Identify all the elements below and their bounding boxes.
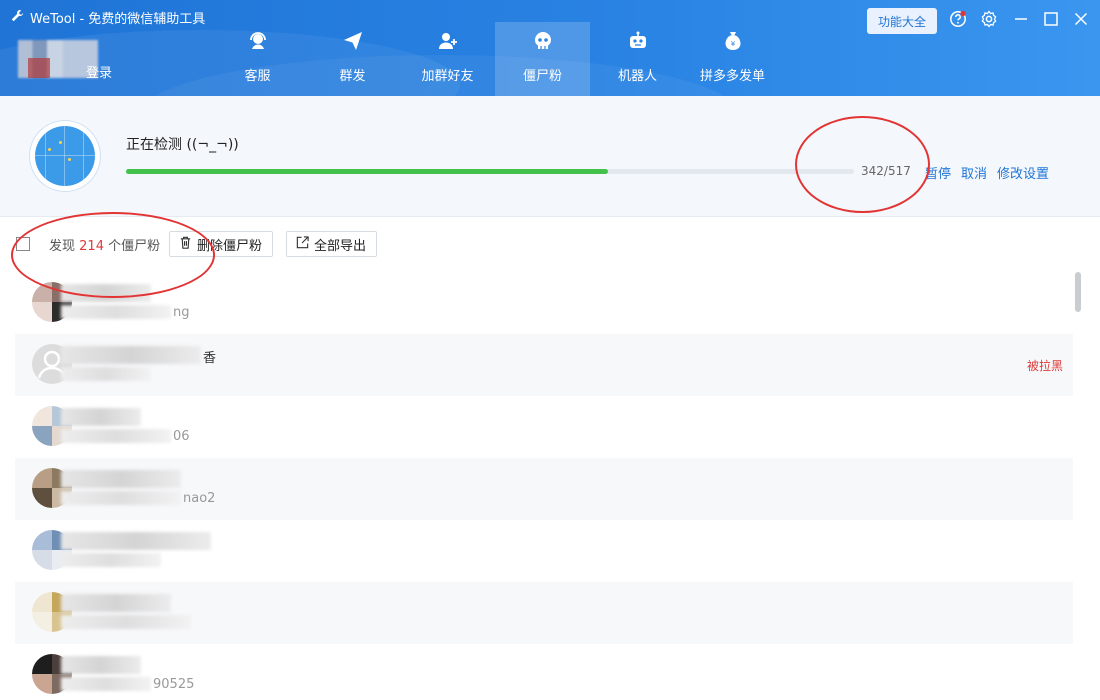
trash-icon [178,235,193,254]
contact-id-redacted [61,615,191,629]
contact-id-fragment: ng [173,305,190,320]
contact-id-redacted [61,491,181,505]
money-bag-icon: ¥ [721,29,745,65]
contact-row[interactable]: nao2 [15,458,1073,520]
nav-item-label: 加群好友 [421,69,474,84]
found-suffix: 个僵尸粉 [108,239,161,254]
nav-item-send[interactable]: 群发 [305,22,400,96]
contact-row[interactable]: 06 [15,396,1073,458]
window-title-text: WeTool - 免费的微信辅助工具 [30,12,206,27]
robot-icon [626,29,650,65]
contact-name-redacted [61,408,141,426]
delete-zombies-button[interactable]: 删除僵尸粉 [169,231,274,257]
contact-name-redacted [61,470,181,488]
skull-icon [531,29,555,65]
contact-name-redacted [61,532,211,550]
contact-name-redacted [61,656,141,674]
main-nav: 客服 群发 加群好友 僵尸粉 机器人 ¥ 拼多多发单 [210,22,780,96]
nav-item-money-bag[interactable]: ¥ 拼多多发单 [685,22,780,96]
scan-status-title: 正在检测 ((¬_¬)) [126,137,239,153]
contact-name-redacted [61,346,201,364]
features-button[interactable]: 功能大全 [867,8,937,34]
contact-row[interactable]: 香被拉黑 [15,334,1073,396]
contact-row[interactable] [15,582,1073,644]
scan-panel: 正在检测 ((¬_¬)) 342/517 暂停 取消 修改设置 [0,96,1100,217]
nav-item-skull[interactable]: 僵尸粉 [495,22,590,96]
nav-item-label: 拼多多发单 [699,69,765,84]
found-summary: 发现 214 个僵尸粉 [49,235,160,254]
contact-id-redacted [61,553,161,567]
list-scrollbar[interactable] [1075,272,1081,312]
contact-status-badge: 被拉黑 [1026,359,1063,373]
contact-row[interactable]: 90525 [15,644,1073,700]
found-count: 214 [79,239,104,254]
contact-name-fragment: 香 [203,351,217,366]
add-friend-icon [436,29,460,65]
scan-progress-count: 342/517 [861,164,911,178]
close-icon[interactable] [1072,10,1090,28]
export-icon [295,235,310,254]
zombie-contact-list: ng 香被拉黑 06 nao2 90525 [15,272,1073,700]
delete-zombies-label: 删除僵尸粉 [197,238,263,254]
maximize-icon[interactable] [1042,10,1060,28]
send-icon [341,29,365,65]
modify-settings-button[interactable]: 修改设置 [997,163,1049,182]
svg-text:¥: ¥ [730,40,735,48]
settings-gear-icon[interactable] [980,10,998,28]
contact-row[interactable] [15,520,1073,582]
scan-progress-bar [126,169,854,174]
nav-item-label: 客服 [244,69,271,84]
export-all-button[interactable]: 全部导出 [286,231,378,257]
contact-id-fragment: nao2 [183,491,216,506]
contact-id-fragment: 90525 [153,677,195,692]
nav-item-robot[interactable]: 机器人 [590,22,685,96]
found-prefix: 发现 [49,239,76,254]
cancel-button[interactable]: 取消 [961,163,987,182]
help-icon[interactable] [949,10,967,28]
headset-icon [246,29,270,65]
export-all-label: 全部导出 [314,238,367,254]
nav-item-label: 群发 [339,69,366,84]
account-avatar-detail [28,58,50,78]
contact-id-redacted [61,677,151,691]
nav-item-add-friend[interactable]: 加群好友 [400,22,495,96]
app-header: WeTool - 免费的微信辅助工具 登录 客服 群发 加群好友 僵尸粉 机器人 ¥ 拼多多… [0,0,1100,96]
window-title: WeTool - 免费的微信辅助工具 [10,8,205,27]
nav-item-label: 僵尸粉 [522,69,562,84]
contact-id-redacted [61,305,171,319]
results-toolbar: 发现 214 个僵尸粉 删除僵尸粉 全部导出 [0,216,1100,272]
pause-button[interactable]: 暂停 [925,163,951,182]
contact-name-redacted [61,594,171,612]
contact-row[interactable]: ng [15,272,1073,334]
select-all-checkbox[interactable] [16,237,30,251]
scan-progress-fill [126,169,608,174]
wrench-icon [10,9,24,27]
login-status[interactable]: 登录 [86,62,112,81]
nav-item-headset[interactable]: 客服 [210,22,305,96]
minimize-icon[interactable] [1012,10,1030,28]
contact-id-fragment: 06 [173,429,190,444]
contact-id-redacted [61,367,151,381]
nav-item-label: 机器人 [617,69,657,84]
contact-id-redacted [61,429,171,443]
contact-name-redacted [61,284,151,302]
radar-icon [30,121,100,191]
